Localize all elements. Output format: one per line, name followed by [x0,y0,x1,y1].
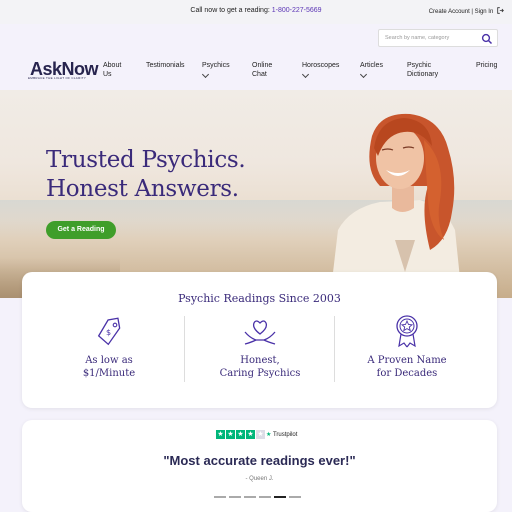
chevron-down-icon [359,70,368,79]
carousel-dot[interactable] [229,496,241,498]
price-tag-icon: $ [97,317,121,346]
feature-line-1: A Proven Name [367,355,447,366]
sign-in-icon[interactable] [497,7,504,14]
star-icon: ★ [236,430,245,439]
nav-label: About [103,62,122,69]
nav-horoscopes[interactable]: Horoscopes [301,61,340,79]
nav-label: Psychic [407,62,432,69]
feature-line-2: $1/Minute [82,368,136,379]
chevron-down-icon [201,70,210,79]
nav-testimonials[interactable]: Testimonials [146,61,185,70]
feature-line-1: Honest, [240,355,280,366]
search-icon[interactable] [481,33,493,45]
carousel-dot[interactable] [259,496,271,498]
top-bar: Call now to get a reading: 1-800-227-566… [0,0,512,24]
nav-pricing[interactable]: Pricing [476,61,497,70]
feature-label: As low as $1/Minute [34,354,184,380]
nav-label: Online [252,62,273,69]
carousel-dots [214,496,301,498]
feature-label: A Proven Name for Decades [332,354,482,380]
award-badge-icon [396,315,418,348]
nav-label: Dictionary [407,71,439,78]
chevron-down-icon [301,70,310,79]
feature-line-1: As low as [85,355,133,366]
carousel-dot[interactable] [289,496,301,498]
carousel-dot[interactable] [214,496,226,498]
search-box[interactable]: Search by name, category [378,29,498,47]
carousel-dot[interactable] [244,496,256,498]
trustpilot-logo: ★ Trustpilot [266,431,297,438]
nav-psychic-dictionary[interactable]: Psychic Dictionary [407,61,438,79]
heart-hands-icon [244,320,276,345]
feature-line-2: Caring Psychics [219,368,301,379]
phone-link[interactable]: 1-800-227-5669 [272,7,322,14]
trustpilot-star-icon: ★ [266,432,272,438]
nav-label: Psychics [202,62,230,69]
get-a-reading-button[interactable]: Get a Reading [46,221,116,239]
feature-proven: A Proven Name for Decades [332,314,482,394]
headline-line-2: Honest Answers. [46,176,239,202]
logo-tagline: EMBRACE THE LIGHT OF CLARITY [28,76,87,80]
star-icon: ★ [256,430,265,439]
hero-banner: Trusted Psychics. Honest Answers. Get a … [0,90,512,298]
nav-label: Pricing [476,62,498,69]
trustpilot-label: Trustpilot [272,432,298,438]
nav-label: Testimonials [146,62,185,69]
testimonial-quote: "Most accurate readings ever!" [163,453,356,468]
nav-label: Horoscopes [302,62,340,69]
nav-about-us[interactable]: About Us [103,61,121,79]
nav-label: Us [103,71,112,78]
testimonial-author: - Queen J. [245,476,274,482]
feature-caring: Honest, Caring Psychics [185,314,335,394]
account-links[interactable]: Create Account | Sign In [429,7,504,15]
nav-label: Chat [252,71,267,78]
call-text: Call now to get a reading: [190,7,270,14]
svg-text:$: $ [106,328,111,337]
testimonial-card: ★ ★ ★ ★ ★ ★ Trustpilot "Most accurate re… [22,420,497,512]
headline-line-1: Trusted Psychics. [46,147,246,173]
features-card: Psychic Readings Since 2003 $ As low as … [22,272,497,408]
nav-online-chat[interactable]: Online Chat [252,61,272,79]
search-input[interactable]: Search by name, category [385,35,449,41]
hero-headline: Trusted Psychics. Honest Answers. [46,146,246,204]
nav-label: Articles [360,62,383,69]
feature-price: $ As low as $1/Minute [34,314,184,394]
carousel-dot-active[interactable] [274,496,286,498]
nav-articles[interactable]: Articles [359,61,383,79]
features-title: Psychic Readings Since 2003 [178,292,341,305]
star-icon: ★ [246,430,255,439]
rating-stars: ★ ★ ★ ★ ★ [216,430,265,439]
star-icon: ★ [216,430,225,439]
account-text[interactable]: Create Account | Sign In [429,9,494,15]
star-icon: ★ [226,430,235,439]
feature-line-2: for Decades [376,368,438,379]
feature-label: Honest, Caring Psychics [185,354,335,380]
nav-psychics[interactable]: Psychics [201,61,230,79]
asknow-logo[interactable]: AskNow EMBRACE THE LIGHT OF CLARITY [26,59,104,82]
